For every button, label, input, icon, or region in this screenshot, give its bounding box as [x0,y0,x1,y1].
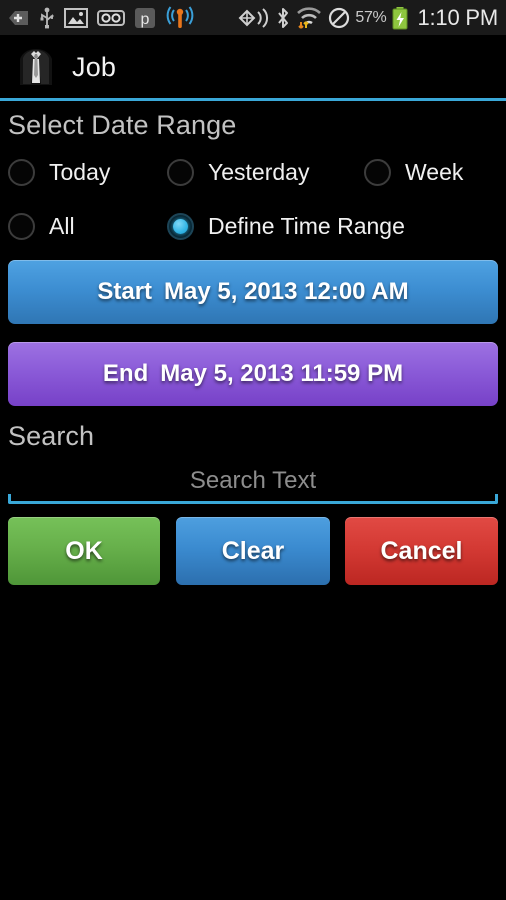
cancel-button[interactable]: Cancel [345,517,498,585]
status-bar: p 57% 1:10 PM [0,0,506,36]
end-button-lead-label: End [102,360,149,387]
do-not-disturb-icon [329,7,350,28]
bluetooth-icon [278,7,289,28]
status-bar-clock: 1:10 PM [417,4,498,30]
title-bar-divider [0,98,506,101]
radio-label-today: Today [49,158,111,185]
search-field-wrapper [8,462,498,504]
end-date-button[interactable]: End May 5, 2013 11:59 PM [8,342,498,406]
title-bar: Job [0,36,506,98]
radio-option-week[interactable]: Week [364,152,463,192]
svg-text:p: p [141,11,150,28]
radio-circle-today[interactable] [8,158,35,186]
radio-label-all: All [49,212,75,239]
clear-button[interactable]: Clear [176,517,330,585]
radio-option-yesterday[interactable]: Yesterday [167,152,309,192]
start-button-lead-label: Start [97,278,153,305]
start-button-value: May 5, 2013 12:00 AM [164,278,409,305]
battery-charging-icon [392,6,408,29]
date-range-section-label: Select Date Range [8,110,237,140]
radio-label-week: Week [405,158,464,185]
ok-button[interactable]: OK [8,517,160,585]
status-bar-right-icons: 57% 1:10 PM [237,5,506,31]
date-range-radio-row-1: Today Yesterday Week [0,152,506,192]
radio-label-yesterday: Yesterday [208,158,310,185]
app-screen: p 57% 1:10 PM Job Select Date Range Toda… [0,0,506,900]
status-bar-left-icons: p [0,5,195,30]
wireless-signal-icon [166,5,194,28]
battery-percent-label: 57% [355,8,387,26]
nfc-beam-icon [238,7,269,28]
radio-option-define-time-range[interactable]: Define Time Range [167,206,405,246]
p-app-icon: p [135,7,155,28]
wifi-data-icon [297,6,322,29]
search-section-label: Search [8,421,95,451]
radio-circle-all[interactable] [8,212,35,240]
radio-selected-dot [173,218,188,234]
suit-tie-icon [20,49,52,85]
start-date-button[interactable]: Start May 5, 2013 12:00 AM [8,260,498,324]
radio-label-define-time-range: Define Time Range [208,212,405,239]
radio-circle-week[interactable] [364,158,391,186]
radio-circle-define-time-range[interactable] [167,212,194,240]
voicemail-icon [97,9,125,26]
date-range-radio-row-2: All Define Time Range [0,206,506,246]
download-badge-icon [9,10,28,25]
radio-option-today[interactable]: Today [8,152,110,192]
end-button-value: May 5, 2013 11:59 PM [160,360,404,387]
app-title: Job [72,51,117,82]
search-input-underline [8,494,498,504]
radio-circle-yesterday[interactable] [167,158,194,186]
usb-icon [40,7,54,28]
radio-option-all[interactable]: All [8,206,75,246]
image-icon [64,7,88,28]
